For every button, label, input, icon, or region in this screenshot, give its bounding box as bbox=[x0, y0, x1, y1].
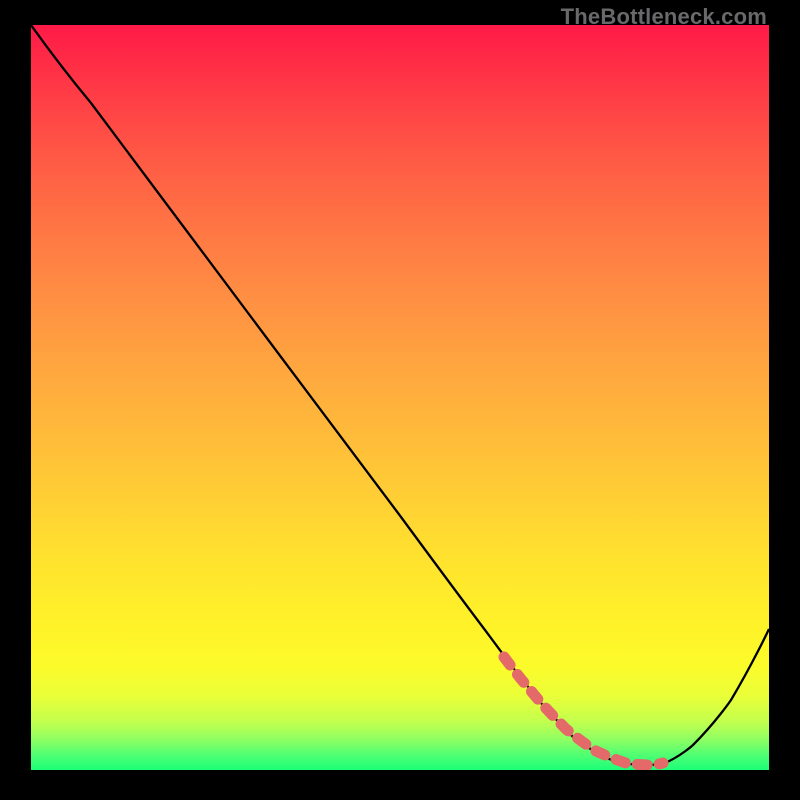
watermark-text: TheBottleneck.com bbox=[561, 4, 767, 30]
highlight-band bbox=[504, 657, 663, 765]
bottleneck-curve-svg bbox=[31, 25, 769, 770]
plot-area bbox=[31, 25, 769, 770]
bottleneck-curve bbox=[31, 25, 769, 765]
